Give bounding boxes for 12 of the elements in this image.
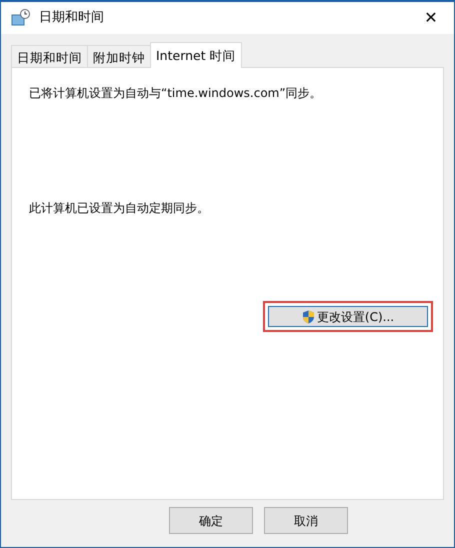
dialog-button[interactable]: 取消 — [264, 507, 348, 534]
change-settings-button[interactable]: 更改设置(C)... — [268, 306, 428, 327]
window-title: 日期和时间 — [39, 9, 104, 28]
tab[interactable]: 附加时钟 — [87, 45, 151, 67]
sync-status-text: 已将计算机设置为自动与“time.windows.com”同步。 — [29, 85, 323, 102]
tab[interactable]: Internet 时间 — [150, 42, 242, 68]
sync-note-text: 此计算机已设置为自动定期同步。 — [29, 200, 210, 217]
dialog-button[interactable]: 确定 — [169, 507, 253, 534]
tab[interactable]: 日期和时间 — [11, 45, 88, 67]
clock-icon — [11, 9, 31, 27]
shield-icon — [302, 310, 315, 324]
close-button[interactable]: ✕ — [408, 2, 454, 34]
